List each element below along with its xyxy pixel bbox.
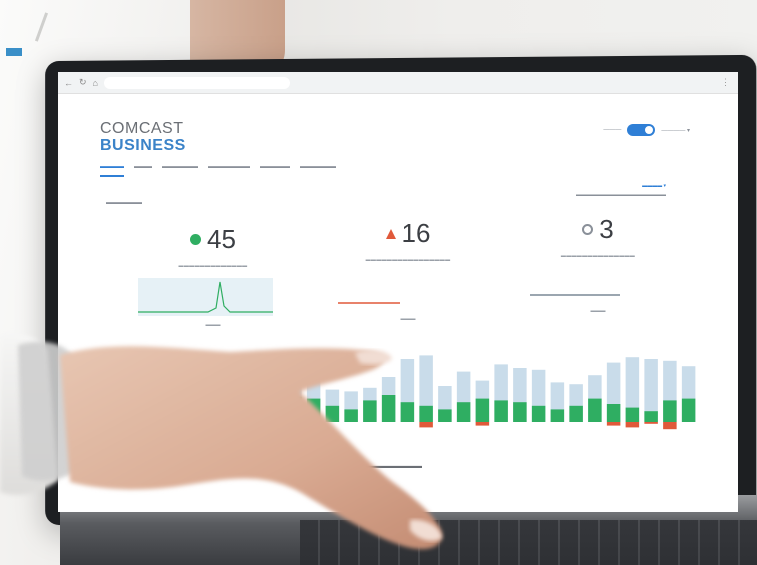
bar-positive xyxy=(550,409,565,422)
header-controls: ——— ———— ▾ xyxy=(603,124,690,136)
bar-negative xyxy=(119,422,133,424)
kpi-caption: ▬▬▬▬▬▬▬▬▬▬▬▬▬▬ xyxy=(560,253,636,259)
bar-positive xyxy=(325,405,340,422)
bar-positive xyxy=(513,402,527,422)
laptop-screen: ← ↻ ⌂ ⋮ COMCAST BUSINESS ——— ———— ▾ ▬▬▬▬… xyxy=(58,72,738,512)
bar-positive xyxy=(494,400,508,422)
tab-active[interactable]: ▬▬▬▬ xyxy=(100,164,124,177)
bar-positive xyxy=(438,409,452,422)
bar-negative xyxy=(213,422,227,428)
bar-positive xyxy=(681,398,696,422)
bar-positive xyxy=(288,396,302,422)
bar-positive xyxy=(213,409,227,422)
bar-positive xyxy=(606,404,621,422)
alert-icon xyxy=(385,228,396,239)
bar-positive xyxy=(569,405,583,422)
kpi-3-sparkline xyxy=(530,294,620,296)
bar-positive xyxy=(400,402,415,422)
bar-negative xyxy=(288,422,302,428)
kpi-value: 16 xyxy=(401,218,431,248)
address-bar[interactable] xyxy=(103,76,290,89)
account-menu[interactable]: ———— ▾ xyxy=(661,127,690,134)
bar-positive xyxy=(475,398,490,422)
bar-positive xyxy=(644,411,658,422)
chart-footer-label: ▬▬▬▬▬▬▬▬▬▬▬▬ xyxy=(338,463,422,470)
shirt-badge xyxy=(6,48,22,56)
bar-positive xyxy=(194,414,208,422)
date-range: ▬▬▬▬ ▾ ▬▬▬▬▬▬▬▬▬▬▬▬▬▬▬▬▬▬ xyxy=(576,182,666,200)
kpi-caption: ▬▬▬▬▬▬▬▬▬▬▬▬▬▬▬▬ xyxy=(365,257,451,263)
bar-positive xyxy=(306,398,321,422)
comcast-business-logo: COMCAST BUSINESS xyxy=(100,120,186,154)
section-heading: ▬▬▬▬▬▬ xyxy=(106,200,142,206)
kpi-value: 45 xyxy=(207,224,236,254)
globe-icon xyxy=(190,234,202,245)
reload-icon[interactable]: ↻ xyxy=(79,77,87,88)
tab-2[interactable]: ▬▬▬ xyxy=(134,164,152,177)
bar-negative xyxy=(625,422,640,428)
bar-positive xyxy=(100,414,115,422)
bar-negative xyxy=(175,422,190,426)
brand-line-2: BUSINESS xyxy=(100,137,186,154)
bar-positive xyxy=(156,411,171,422)
circle-icon xyxy=(582,224,594,235)
bar-positive xyxy=(175,413,190,422)
bar-positive xyxy=(363,400,377,422)
laptop-keyboard xyxy=(300,520,757,565)
home-icon[interactable]: ⌂ xyxy=(93,78,98,88)
view-toggle[interactable] xyxy=(627,124,656,136)
bar-positive xyxy=(344,409,358,422)
bar-negative xyxy=(644,422,658,424)
range-link[interactable]: ▬▬▬▬ ▾ xyxy=(576,182,666,191)
stacked-bar-chart xyxy=(100,355,696,430)
bar-negative xyxy=(663,422,677,430)
kpi-value-row: 3 xyxy=(513,214,683,245)
bar-negative xyxy=(606,422,621,426)
bar-positive xyxy=(231,405,246,422)
bar-negative xyxy=(475,422,490,426)
bar-positive xyxy=(588,398,602,422)
browser-toolbar: ← ↻ ⌂ ⋮ xyxy=(58,72,738,94)
bar-negative xyxy=(306,422,321,426)
kpi-value-row: 16 xyxy=(323,218,493,249)
kpi-value-row: 45 xyxy=(128,224,298,255)
bar-positive xyxy=(456,402,471,422)
brand-line-1: COMCAST xyxy=(100,120,184,137)
back-icon[interactable]: ← xyxy=(64,78,73,88)
bar-positive xyxy=(663,400,677,422)
tab-5[interactable]: ▬▬▬▬▬ xyxy=(260,164,290,177)
dashboard-tabs: ▬▬▬▬ ▬▬▬ ▬▬▬▬▬▬ ▬▬▬▬▬▬▬ ▬▬▬▬▬ ▬▬▬▬▬▬ xyxy=(100,164,336,177)
tab-6[interactable]: ▬▬▬▬▬▬ xyxy=(300,164,336,177)
kpi-card-1[interactable]: 45 ▬▬▬▬▬▬▬▬▬▬▬▬▬ xyxy=(128,224,298,269)
photo-scene: ← ↻ ⌂ ⋮ COMCAST BUSINESS ——— ———— ▾ ▬▬▬▬… xyxy=(0,0,757,565)
kpi-2-sparkline xyxy=(338,302,400,304)
kpi-card-2[interactable]: 16 ▬▬▬▬▬▬▬▬▬▬▬▬▬▬▬▬ xyxy=(323,218,493,263)
kpi-2-footer: ▬▬▬ xyxy=(400,316,416,322)
toggle-label: ——— xyxy=(603,127,622,133)
range-text: ▬▬▬▬▬▬▬▬▬▬▬▬▬▬▬▬▬▬ xyxy=(576,192,666,198)
bar-positive xyxy=(419,405,433,422)
bar-positive xyxy=(138,416,152,422)
kpi-card-3[interactable]: 3 ▬▬▬▬▬▬▬▬▬▬▬▬▬▬ xyxy=(513,214,683,259)
bar-positive xyxy=(625,407,640,422)
tab-4[interactable]: ▬▬▬▬▬▬▬ xyxy=(208,164,250,177)
bar-positive xyxy=(269,404,283,422)
kpi-3-footer: ▬▬▬ xyxy=(590,308,606,314)
bar-positive xyxy=(381,395,396,422)
bar-positive xyxy=(119,413,133,422)
kpi-caption: ▬▬▬▬▬▬▬▬▬▬▬▬▬ xyxy=(178,263,248,269)
sparkline-area xyxy=(138,278,273,316)
bar-positive xyxy=(250,409,265,422)
browser-menu-icon[interactable]: ⋮ xyxy=(721,77,730,88)
bar-negative xyxy=(419,422,433,428)
tab-3[interactable]: ▬▬▬▬▬▬ xyxy=(162,164,198,177)
kpi-1-sparkline xyxy=(138,278,273,316)
bar-positive xyxy=(531,405,546,422)
kpi-value: 3 xyxy=(599,214,614,244)
